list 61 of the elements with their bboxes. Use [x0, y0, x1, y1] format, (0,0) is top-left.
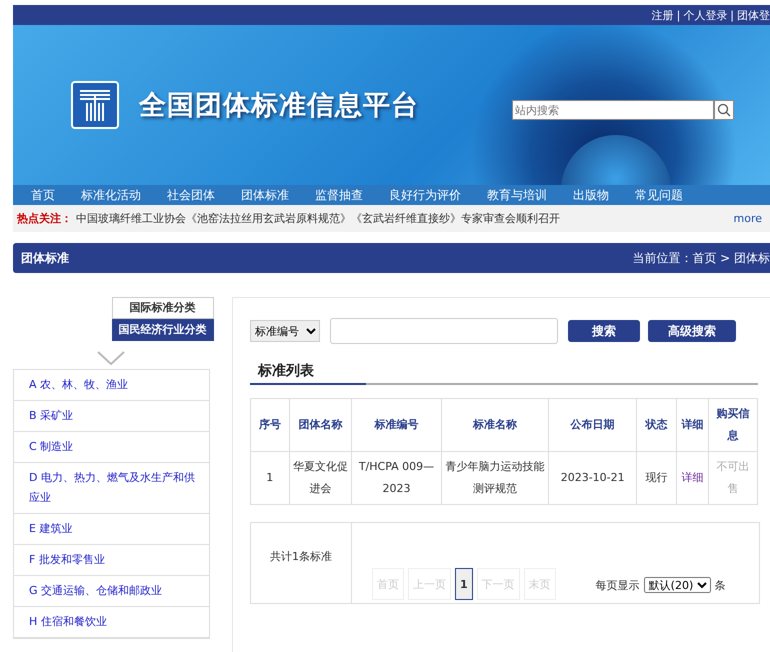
category-item[interactable]: B 采矿业 [14, 401, 209, 432]
table-cell: 不可出售 [708, 452, 758, 504]
logo-icon [71, 81, 119, 129]
category-item[interactable]: G 交通运输、仓储和邮政业 [14, 576, 209, 607]
column-header: 标准名称 [441, 398, 549, 452]
field-select[interactable]: 标准编号 [250, 320, 320, 342]
advanced-search-button[interactable]: 高级搜索 [648, 320, 736, 342]
category-item[interactable]: C 制造业 [14, 432, 209, 463]
table-cell: 1 [250, 452, 290, 504]
column-header: 公布日期 [548, 398, 637, 452]
nav-link[interactable]: 首页 [31, 186, 68, 204]
search-button[interactable]: 搜索 [568, 320, 640, 342]
per-page-label: 每页显示 [596, 578, 640, 592]
nav-link[interactable]: 社会团体 [154, 186, 228, 204]
chevron-down-icon [96, 351, 124, 365]
breadcrumb: 当前位置：首页 > 团体标 [632, 250, 770, 266]
column-header: 购买信息 [708, 398, 758, 452]
page-button[interactable]: 1 [455, 568, 473, 600]
total-count: 共计1条标准 [270, 548, 332, 564]
category-item[interactable]: D 电力、热力、燃气及水生产和供应业 [14, 463, 209, 514]
table-cell: T/HCPA 009—2023 [352, 452, 442, 504]
search-field[interactable] [330, 318, 558, 344]
nav-link[interactable]: 标准化活动 [68, 186, 154, 204]
top-link[interactable]: 个人登录 [683, 8, 728, 22]
column-header: 序号 [250, 398, 290, 452]
hot-label: 热点关注： [17, 211, 72, 226]
table-cell: 2023-10-21 [548, 452, 637, 504]
nav-link[interactable]: 出版物 [560, 186, 622, 204]
detail-link[interactable]: 详细 [676, 452, 709, 504]
table-cell: 青少年脑力运动技能测评规范 [441, 452, 549, 504]
top-link[interactable]: 注册 [652, 8, 674, 22]
section-title: 团体标准 [21, 250, 69, 266]
category-item[interactable]: A 农、林、牧、渔业 [14, 370, 209, 401]
search-button[interactable] [714, 100, 734, 120]
per-page-select[interactable]: 默认(20) [644, 577, 711, 593]
column-header: 详细 [676, 398, 709, 452]
table-cell: 华夏文化促进会 [289, 452, 352, 504]
more-link[interactable]: more [734, 212, 762, 225]
top-link[interactable]: 团体登 [737, 8, 770, 22]
nav-link[interactable]: 监督抽查 [302, 186, 376, 204]
table-cell: 现行 [636, 452, 676, 504]
nav-link[interactable]: 常见问题 [622, 186, 696, 204]
classification-tab[interactable]: 国际标准分类 [112, 297, 214, 319]
site-title: 全国团体标准信息平台 [139, 89, 419, 123]
category-item[interactable]: F 批发和零售业 [14, 545, 209, 576]
category-item[interactable]: H 住宿和餐饮业 [14, 607, 209, 638]
separator: | [676, 8, 680, 22]
classification-tab[interactable]: 国民经济行业分类 [112, 319, 214, 341]
search-icon [717, 103, 731, 117]
column-header: 状态 [636, 398, 676, 452]
hot-news-link[interactable]: 中国玻璃纤维工业协会《池窑法拉丝用玄武岩原料规范》《玄武岩纤维直接纱》专家审查会顺利召开 [76, 211, 734, 226]
unit-label: 条 [714, 578, 726, 592]
separator: | [730, 8, 734, 22]
list-title: 标准列表 [250, 362, 366, 385]
nav-link[interactable]: 团体标准 [228, 186, 302, 204]
site-search-field[interactable]: 站内搜索 [512, 100, 714, 120]
nav-link[interactable]: 良好行为评价 [376, 186, 474, 204]
column-header: 标准编号 [352, 398, 442, 452]
category-item[interactable]: E 建筑业 [14, 514, 209, 545]
nav-link[interactable]: 教育与培训 [474, 186, 560, 204]
column-header: 团体名称 [289, 398, 352, 452]
